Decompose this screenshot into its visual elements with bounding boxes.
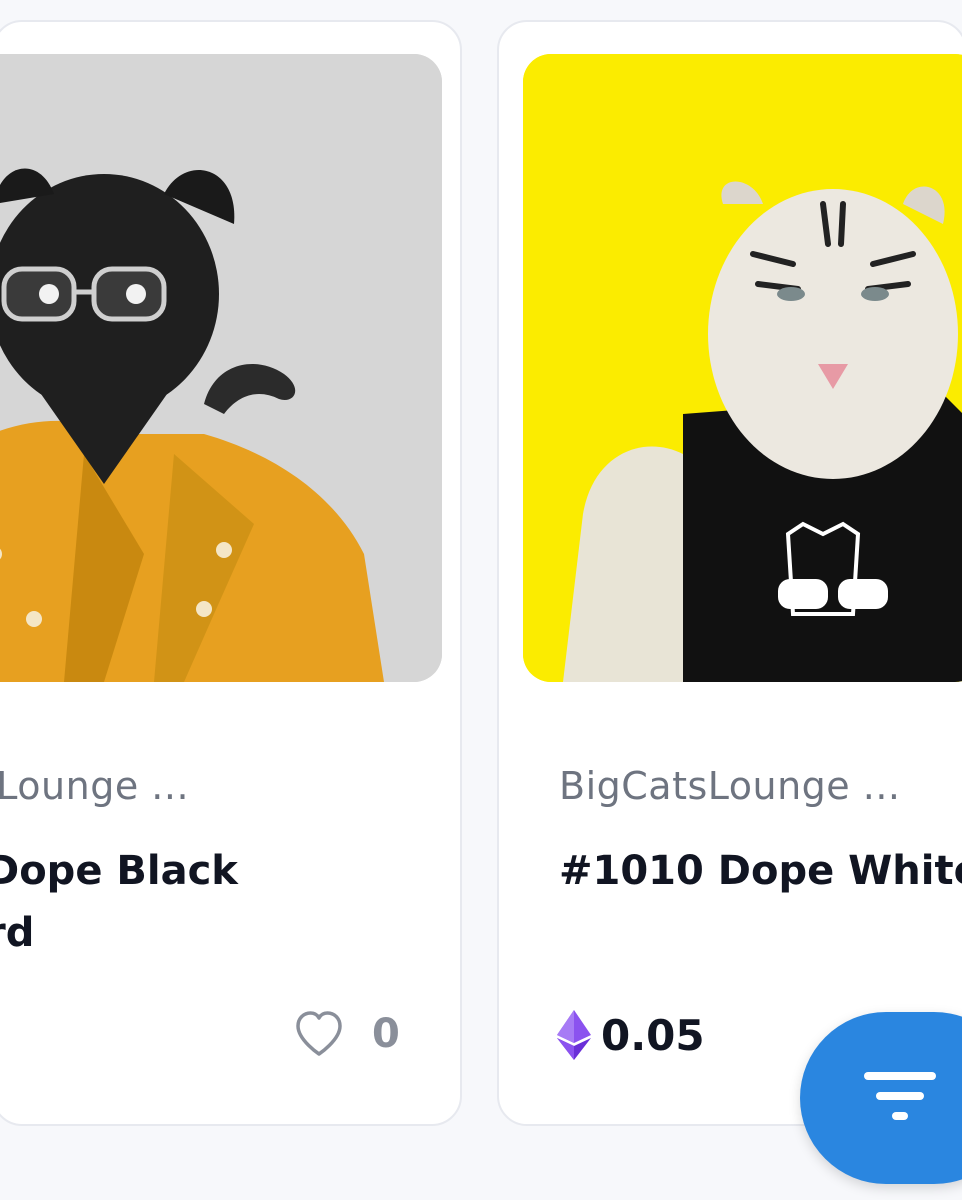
- price-value: 0.05: [601, 1010, 705, 1060]
- nft-title-line: Dope Black: [0, 848, 238, 894]
- ethereum-icon: [557, 1010, 591, 1060]
- nft-image-white-tiger[interactable]: [523, 54, 962, 682]
- nft-card[interactable]: BigCatsLounge ... #1010 Dope White T 0.0…: [497, 20, 962, 1126]
- collection-name[interactable]: sLounge ...: [0, 764, 189, 808]
- price: 0.05: [557, 1010, 705, 1060]
- collection-name[interactable]: BigCatsLounge ...: [559, 764, 901, 808]
- nft-card[interactable]: sLounge ... Dope Black rd 0: [0, 20, 462, 1126]
- heart-icon[interactable]: [294, 1010, 344, 1058]
- nft-title-line: #1010 Dope White T: [559, 848, 962, 894]
- filter-button[interactable]: [800, 1012, 962, 1184]
- like-button[interactable]: 0: [294, 1010, 400, 1058]
- nft-grid: sLounge ... Dope Black rd 0: [0, 0, 962, 1200]
- nft-image-black-panther[interactable]: [0, 54, 442, 682]
- nft-title[interactable]: Dope Black rd: [0, 840, 238, 964]
- like-count: 0: [372, 1011, 400, 1057]
- nft-title-line: rd: [0, 910, 35, 956]
- filter-icon: [864, 1072, 936, 1120]
- nft-title[interactable]: #1010 Dope White T: [559, 840, 962, 902]
